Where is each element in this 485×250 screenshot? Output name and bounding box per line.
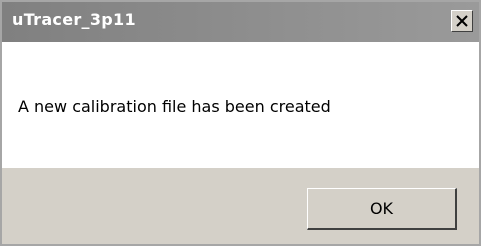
button-bar: OK [2,168,479,244]
close-button[interactable] [451,10,473,32]
message-dialog: uTracer_3p11 A new calibration file has … [0,0,481,246]
window-title: uTracer_3p11 [12,10,136,29]
ok-button[interactable]: OK [307,188,457,230]
close-icon [456,15,468,27]
message-area: A new calibration file has been created [2,42,479,168]
message-text: A new calibration file has been created [18,97,331,116]
title-bar[interactable]: uTracer_3p11 [2,2,479,42]
